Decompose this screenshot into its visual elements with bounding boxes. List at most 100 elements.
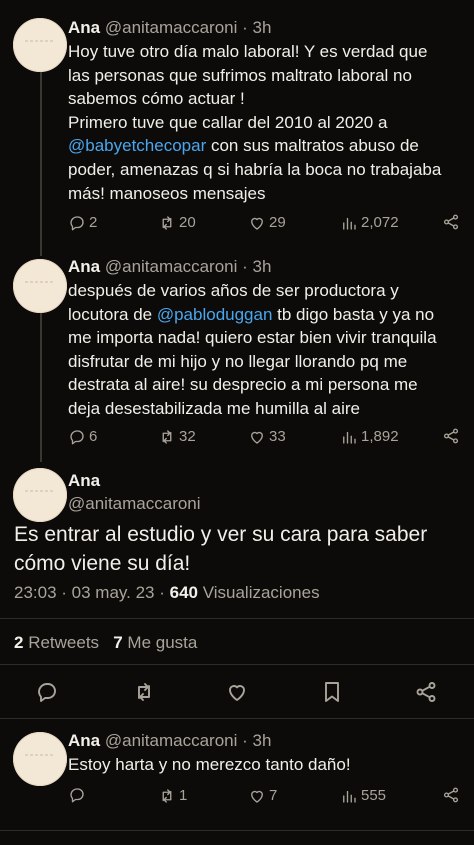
- retweet-button[interactable]: 20: [158, 213, 196, 233]
- timestamp[interactable]: 23:03 · 03 may. 23 ·: [14, 583, 170, 602]
- reply-icon: [70, 788, 84, 803]
- retweet-count: 32: [179, 428, 196, 445]
- retweet-icon[interactable]: [132, 680, 156, 704]
- tweet-actions: 2 20 29 2,072: [68, 213, 460, 235]
- thread-line: [40, 290, 42, 462]
- retweet-icon: [162, 430, 172, 444]
- views-count: 640: [169, 583, 198, 602]
- reply-button[interactable]: [68, 786, 89, 804]
- avatar[interactable]: [13, 468, 67, 522]
- views-button[interactable]: 1,892: [340, 427, 399, 447]
- main-tweet-actions: [0, 680, 474, 706]
- tweet-text-span: después de varios años de ser productora…: [68, 281, 399, 300]
- tweet-text-line: disfrutar de mi hijo y no llegar llorand…: [68, 350, 460, 374]
- tweet-text-line: Hoy tuve otro día malo laboral! Y es ver…: [68, 40, 460, 64]
- reply-icon: [70, 216, 84, 231]
- tweet-text-line: me importa nada! quiero estar bien vivir…: [68, 326, 460, 350]
- tweet-text-span: con sus maltratos abuso de: [206, 136, 419, 156]
- mention-link[interactable]: @pabloduggan: [157, 305, 273, 324]
- views-count: 1,892: [361, 428, 399, 445]
- author-handle[interactable]: @anitamaccaroni · 3h: [105, 731, 272, 750]
- likes-stat[interactable]: 7 Me gusta: [113, 633, 197, 652]
- like-count: 29: [269, 214, 286, 231]
- tweet-text-line: las personas que sufrimos maltrato labor…: [68, 64, 460, 88]
- author-handle[interactable]: @anitamaccaroni · 3h: [105, 257, 272, 276]
- tweet-text-line: después de varios años de ser productora…: [68, 279, 460, 303]
- mention-link[interactable]: @babyetchecopar: [68, 136, 206, 155]
- views-icon: [343, 431, 356, 444]
- main-tweet-line: cómo viene su día!: [14, 552, 191, 575]
- tweet-actions: 6 32 33 1,892: [68, 427, 460, 449]
- reply-button[interactable]: 6: [68, 427, 97, 447]
- avatar[interactable]: [13, 732, 67, 786]
- heart-icon[interactable]: [225, 680, 249, 704]
- share-icon: [443, 214, 459, 230]
- heart-icon: [251, 790, 263, 803]
- share-icon[interactable]: [414, 680, 438, 704]
- author-name[interactable]: Ana: [68, 18, 100, 37]
- tweet-text: después de varios años de ser productora…: [68, 279, 460, 421]
- likes-label: Me gusta: [122, 633, 198, 652]
- views-count: 555: [361, 787, 387, 804]
- author-name[interactable]: Ana: [68, 731, 100, 750]
- views-icon: [343, 790, 356, 803]
- views-count: 2,072: [361, 214, 399, 231]
- tweet-text: Estoy harta y no merezco tanto daño!: [68, 755, 351, 774]
- retweet-icon: [162, 789, 172, 803]
- engagement-stats: 2 Retweets 7 Me gusta: [14, 633, 197, 653]
- retweet-icon: [162, 216, 172, 230]
- bookmark-icon[interactable]: [320, 680, 344, 704]
- retweet-button[interactable]: 32: [158, 427, 196, 447]
- author-name[interactable]: Ana: [68, 257, 100, 276]
- tweet-text-span: disfrutar de mi hijo y no llegar llorand…: [68, 351, 408, 371]
- views-button[interactable]: 2,072: [340, 213, 399, 233]
- tweet-text-line: @babyetchecopar con sus maltratos abuso …: [68, 134, 460, 158]
- divider: [0, 664, 474, 665]
- like-button[interactable]: 7: [248, 786, 277, 806]
- tweet-meta: 23:03 · 03 may. 23 · 640 Visualizaciones: [14, 583, 320, 603]
- tweet-text-span: tb digo basta y ya no: [272, 304, 435, 324]
- share-icon: [443, 428, 459, 444]
- retweets-stat[interactable]: 2 Retweets: [14, 633, 99, 652]
- retweet-button[interactable]: 1: [158, 786, 187, 806]
- tweet-text-span: Hoy tuve otro día malo laboral! Y es ver…: [68, 42, 428, 61]
- main-tweet-text: Es entrar al estudio y ver su cara para …: [14, 520, 460, 578]
- views-button[interactable]: 555: [340, 786, 386, 806]
- heart-icon: [251, 431, 263, 444]
- tweet-actions: 1 7 555: [68, 786, 460, 808]
- retweet-count: 1: [179, 787, 188, 804]
- author-handle[interactable]: @anitamaccaroni: [68, 494, 201, 514]
- tweet-text-span: me importa nada! quiero estar bien vivir…: [68, 328, 437, 348]
- tweet-header: Ana @anitamaccaroni · 3h: [68, 256, 271, 278]
- like-button[interactable]: 29: [248, 213, 286, 233]
- share-button[interactable]: [442, 427, 460, 445]
- tweet-text-span: más! manoseos mensajes: [68, 183, 266, 203]
- author-handle[interactable]: @anitamaccaroni · 3h: [105, 18, 272, 37]
- share-button[interactable]: [442, 786, 460, 804]
- like-button[interactable]: 33: [248, 427, 286, 447]
- reply-button[interactable]: 2: [68, 213, 97, 233]
- tweet-header: Ana @anitamaccaroni · 3h: [68, 17, 271, 39]
- tweet-text-span: destrata al aire! su desprecio a mi pers…: [68, 375, 418, 395]
- reply-icon: [70, 430, 84, 445]
- thread-line: [40, 66, 42, 256]
- retweets-label: Retweets: [23, 633, 100, 652]
- tweet-text-span: sabemos cómo actuar !: [68, 89, 245, 109]
- divider: [0, 618, 474, 619]
- tweet-text: Hoy tuve otro día malo laboral! Y es ver…: [68, 40, 460, 205]
- avatar[interactable]: [13, 259, 67, 313]
- tweet-text-line: locutora de @pabloduggan tb digo basta y…: [68, 303, 460, 327]
- share-button[interactable]: [442, 213, 460, 231]
- tweet-text-span: deja desestabilizada me humilla al aire: [68, 398, 360, 418]
- tweet-text-line: Primero tuve que callar del 2010 al 2020…: [68, 111, 460, 135]
- like-count: 33: [269, 428, 286, 445]
- tweet-text-line: sabemos cómo actuar !: [68, 87, 460, 111]
- avatar[interactable]: [13, 18, 67, 72]
- author-name[interactable]: Ana: [68, 471, 100, 491]
- views-label: Visualizaciones: [197, 583, 320, 602]
- reply-icon[interactable]: [35, 680, 59, 704]
- share-icon: [443, 787, 459, 803]
- reply-count: 6: [89, 428, 98, 445]
- tweet-text-line: poder, amenazas q si habría la boca no t…: [68, 158, 460, 182]
- tweet-text-span: locutora de: [68, 304, 157, 324]
